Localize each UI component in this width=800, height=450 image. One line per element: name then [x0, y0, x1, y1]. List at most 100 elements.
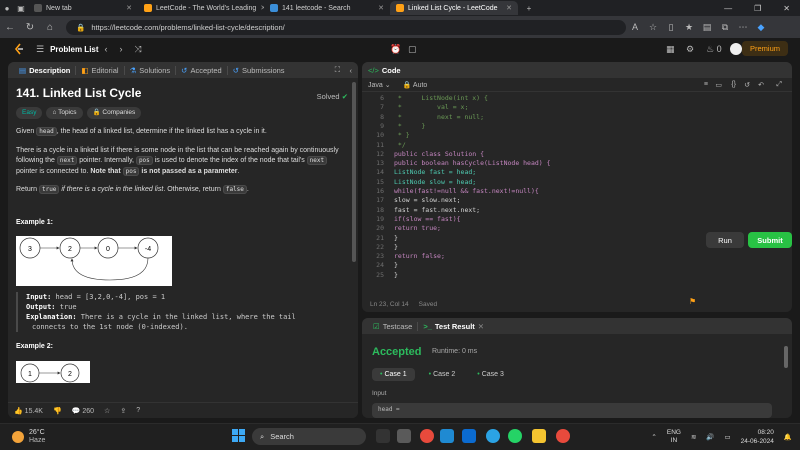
code-line[interactable]: return true;	[394, 224, 441, 233]
code-line[interactable]: }	[394, 261, 398, 270]
help-icon[interactable]: ?	[136, 407, 140, 414]
submit-button[interactable]: Submit	[748, 232, 792, 248]
read-aloud-icon[interactable]: A	[626, 22, 644, 32]
undo-icon[interactable]: ↶	[758, 81, 764, 89]
code-line[interactable]: * val = x;	[394, 103, 468, 112]
home-icon[interactable]: ⌂	[40, 22, 60, 33]
run-button[interactable]: Run	[706, 232, 744, 248]
vscode-icon[interactable]	[440, 429, 454, 443]
leetcode-logo-icon[interactable]	[14, 43, 24, 55]
expand-icon[interactable]: ⤢	[776, 81, 782, 89]
code-line[interactable]: while(fast!=null && fast.next!=null){	[394, 187, 539, 196]
avatar[interactable]	[730, 43, 742, 55]
new-tab-plus-icon[interactable]: +	[522, 2, 536, 14]
code-line[interactable]: * }	[394, 122, 425, 131]
profile-icon[interactable]: ●	[0, 2, 14, 14]
tab-case-2[interactable]: • Case 2	[421, 368, 464, 381]
chrome-profile-icon[interactable]	[556, 429, 570, 443]
code-line[interactable]: return false;	[394, 252, 445, 261]
split-screen-icon[interactable]: ▯	[662, 22, 680, 33]
timer-icon[interactable]: ⏰	[390, 44, 401, 55]
battery-icon[interactable]: ▭	[725, 433, 731, 441]
share-icon[interactable]: ⇪	[120, 407, 126, 415]
problem-list-link[interactable]: Problem List	[50, 45, 98, 54]
minimize-icon[interactable]: —	[724, 4, 732, 13]
volume-icon[interactable]: 🔊	[706, 433, 714, 441]
clock[interactable]: 08:20 24-06-2024	[741, 428, 774, 446]
telegram-icon[interactable]	[486, 429, 500, 443]
notes-icon[interactable]: ▢	[408, 44, 417, 55]
extensions-icon[interactable]: ⧉	[716, 22, 734, 33]
like-button[interactable]: 👍 15.4K	[14, 407, 43, 415]
code-line[interactable]: }	[394, 243, 398, 252]
autocomplete-toggle[interactable]: 🔒 Auto	[403, 81, 428, 89]
url-bar[interactable]: 🔒 https://leetcode.com/problems/linked-l…	[66, 19, 626, 35]
tab-description[interactable]: ▤ Description	[14, 65, 77, 75]
tab-case-1[interactable]: • Case 1	[372, 368, 415, 381]
debug-icon[interactable]: ⚑	[689, 297, 696, 306]
reset-icon[interactable]: ↺	[744, 81, 750, 89]
tab-accepted[interactable]: ↺ Accepted	[176, 65, 228, 75]
close-icon[interactable]: ✕	[478, 322, 484, 331]
description-scrollbar[interactable]	[352, 82, 356, 262]
settings-app-icon[interactable]	[397, 429, 411, 443]
close-icon[interactable]: ✕	[506, 4, 512, 12]
edge-icon[interactable]	[462, 429, 476, 443]
tab-new-tab[interactable]: New tab ✕	[28, 1, 138, 15]
companies-chip[interactable]: 🔒 Companies	[86, 106, 142, 119]
language-indicator[interactable]: ENG IN	[667, 429, 681, 445]
tab-leetcode-home[interactable]: LeetCode - The World's Leading ✕	[138, 1, 264, 15]
menu-icon[interactable]: ≡	[704, 81, 708, 88]
code-line[interactable]: * next = null;	[394, 113, 484, 122]
code-line[interactable]: }	[394, 234, 398, 243]
tab-submissions[interactable]: ↺ Submissions	[228, 66, 290, 75]
wifi-icon[interactable]: ≋	[691, 433, 696, 441]
code-line[interactable]: if(slow == fast){	[394, 215, 461, 224]
tab-case-3[interactable]: • Case 3	[469, 368, 512, 381]
refresh-icon[interactable]: ↻	[20, 22, 40, 33]
tab-bing-search[interactable]: 141 leetcode - Search ✕	[264, 1, 390, 15]
workspaces-icon[interactable]: ▣	[14, 2, 28, 14]
code-line[interactable]: public boolean hasCycle(ListNode head) {	[394, 159, 551, 168]
code-line[interactable]: */	[394, 141, 406, 150]
code-editor[interactable]: 6 * ListNode(int x) {7 * val = x; 8 * nex…	[362, 92, 792, 296]
streak-counter[interactable]: ♨ 0	[706, 44, 722, 55]
layout-icon[interactable]: ▦	[666, 44, 675, 55]
dislike-button[interactable]: 👎	[53, 407, 62, 415]
star-icon[interactable]: ☆	[104, 407, 110, 415]
format-braces-icon[interactable]: {}	[731, 81, 736, 88]
tab-linked-list-cycle[interactable]: Linked List Cycle - LeetCode ✕	[390, 1, 518, 15]
next-problem-icon[interactable]: ›	[120, 44, 123, 54]
code-line[interactable]: fast = fast.next.next;	[394, 206, 480, 215]
code-line[interactable]: }	[394, 271, 398, 280]
maximize-panel-icon[interactable]: ⛶	[335, 65, 340, 75]
tab-solutions[interactable]: ⚗ Solutions	[125, 65, 177, 75]
close-icon[interactable]: ✕	[378, 4, 384, 12]
code-line[interactable]: * ListNode(int x) {	[394, 94, 488, 103]
code-line[interactable]: slow = slow.next;	[394, 196, 461, 205]
code-line[interactable]: public class Solution {	[394, 150, 484, 159]
code-line[interactable]: ListNode fast = head;	[394, 168, 476, 177]
tab-editorial[interactable]: ◧ Editorial	[76, 65, 125, 75]
task-view-icon[interactable]	[376, 429, 390, 443]
comments-button[interactable]: 💬 260	[72, 407, 94, 415]
code-line[interactable]: * }	[394, 131, 410, 140]
tab-test-result[interactable]: >_ Test Result ✕	[418, 322, 489, 331]
windows-start-icon[interactable]	[232, 429, 246, 443]
whatsapp-icon[interactable]	[508, 429, 522, 443]
file-explorer-icon[interactable]	[532, 429, 546, 443]
collections-icon[interactable]: ▤	[698, 22, 716, 33]
list-icon[interactable]: ☰	[36, 44, 44, 55]
taskbar-search[interactable]: ⌕ Search	[252, 428, 366, 445]
language-select[interactable]: Java ⌄	[368, 81, 391, 89]
weather-widget[interactable]: 26°C Haze	[12, 429, 45, 445]
favorite-star-icon[interactable]: ☆	[644, 22, 662, 33]
prev-problem-icon[interactable]: ‹	[105, 44, 108, 54]
maximize-icon[interactable]: ❐	[754, 4, 761, 13]
chrome-icon[interactable]	[420, 429, 434, 443]
close-icon[interactable]: ✕	[126, 4, 132, 12]
back-icon[interactable]: ←	[0, 22, 20, 33]
collapse-panel-icon[interactable]: ‹	[350, 66, 353, 75]
settings-gear-icon[interactable]: ⚙	[686, 44, 694, 55]
premium-button[interactable]: Premium	[741, 41, 788, 56]
